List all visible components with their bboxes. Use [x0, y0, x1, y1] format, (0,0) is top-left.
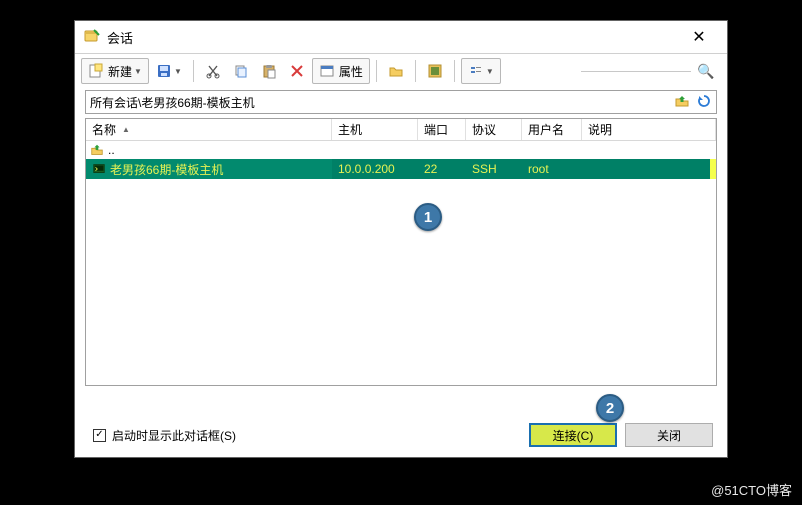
session-port: 22 [418, 159, 466, 179]
delete-button[interactable] [284, 58, 310, 84]
connect-button[interactable]: 连接(C) [529, 423, 617, 447]
path-bar: 所有会话\老男孩66期-模板主机 [85, 90, 717, 114]
annotation-1: 1 [414, 203, 442, 231]
column-headers[interactable]: 名称▲ 主机 端口 协议 用户名 说明 [86, 119, 716, 141]
chevron-down-icon: ▼ [486, 67, 494, 76]
breadcrumb: 所有会话\老男孩66期-模板主机 [90, 94, 674, 111]
properties-button[interactable]: 属性 [312, 58, 370, 84]
close-button[interactable]: 关闭 [625, 423, 713, 447]
checkbox-icon: ✓ [93, 429, 106, 442]
annotation-2: 2 [596, 394, 624, 422]
chevron-down-icon: ▼ [174, 67, 182, 76]
session-host: 10.0.0.200 [332, 159, 418, 179]
search-input[interactable] [581, 71, 691, 72]
toolbar: 新建 ▼ ▼ 属性 [75, 54, 727, 88]
cut-button[interactable] [200, 58, 226, 84]
session-row[interactable]: 老男孩66期-模板主机 10.0.0.200 22 SSH root [86, 159, 716, 179]
save-button[interactable]: ▼ [151, 58, 187, 84]
session-dialog: 会话 ✕ 新建 ▼ ▼ 属性 [74, 20, 728, 458]
col-host[interactable]: 主机 [332, 119, 418, 140]
show-on-startup-checkbox[interactable]: ✓ 启动时显示此对话框(S) [93, 427, 236, 444]
window-title: 会话 [107, 28, 679, 47]
watermark: @51CTO博客 [711, 480, 792, 499]
session-protocol: SSH [466, 159, 522, 179]
paste-button[interactable] [256, 58, 282, 84]
options-button[interactable] [422, 58, 448, 84]
col-protocol[interactable]: 协议 [466, 119, 522, 140]
session-name: 老男孩66期-模板主机 [110, 161, 223, 178]
search-icon[interactable]: 🔍 [697, 63, 715, 80]
session-list: 名称▲ 主机 端口 协议 用户名 说明 .. 老男孩66期-模板主机 10.0.… [85, 118, 717, 386]
properties-label: 属性 [339, 63, 363, 80]
view-button[interactable]: ▼ [461, 58, 501, 84]
parent-folder-row[interactable]: .. [86, 141, 716, 159]
new-button[interactable]: 新建 ▼ [81, 58, 149, 84]
close-icon[interactable]: ✕ [679, 27, 719, 47]
new-label: 新建 [108, 63, 132, 80]
dialog-footer: ✓ 启动时显示此对话框(S) 连接(C) 关闭 [75, 413, 727, 457]
title-bar: 会话 ✕ [75, 21, 727, 53]
chevron-down-icon: ▼ [134, 67, 142, 76]
new-folder-button[interactable] [383, 58, 409, 84]
col-port[interactable]: 端口 [418, 119, 466, 140]
parent-folder-label: .. [108, 143, 115, 157]
refresh-icon[interactable] [696, 93, 712, 112]
col-desc[interactable]: 说明 [582, 119, 716, 140]
col-user[interactable]: 用户名 [522, 119, 582, 140]
session-user: root [522, 159, 582, 179]
up-folder-icon[interactable] [674, 93, 690, 112]
copy-button[interactable] [228, 58, 254, 84]
checkbox-label: 启动时显示此对话框(S) [112, 427, 236, 444]
app-icon [83, 28, 101, 46]
col-name[interactable]: 名称▲ [86, 119, 332, 140]
